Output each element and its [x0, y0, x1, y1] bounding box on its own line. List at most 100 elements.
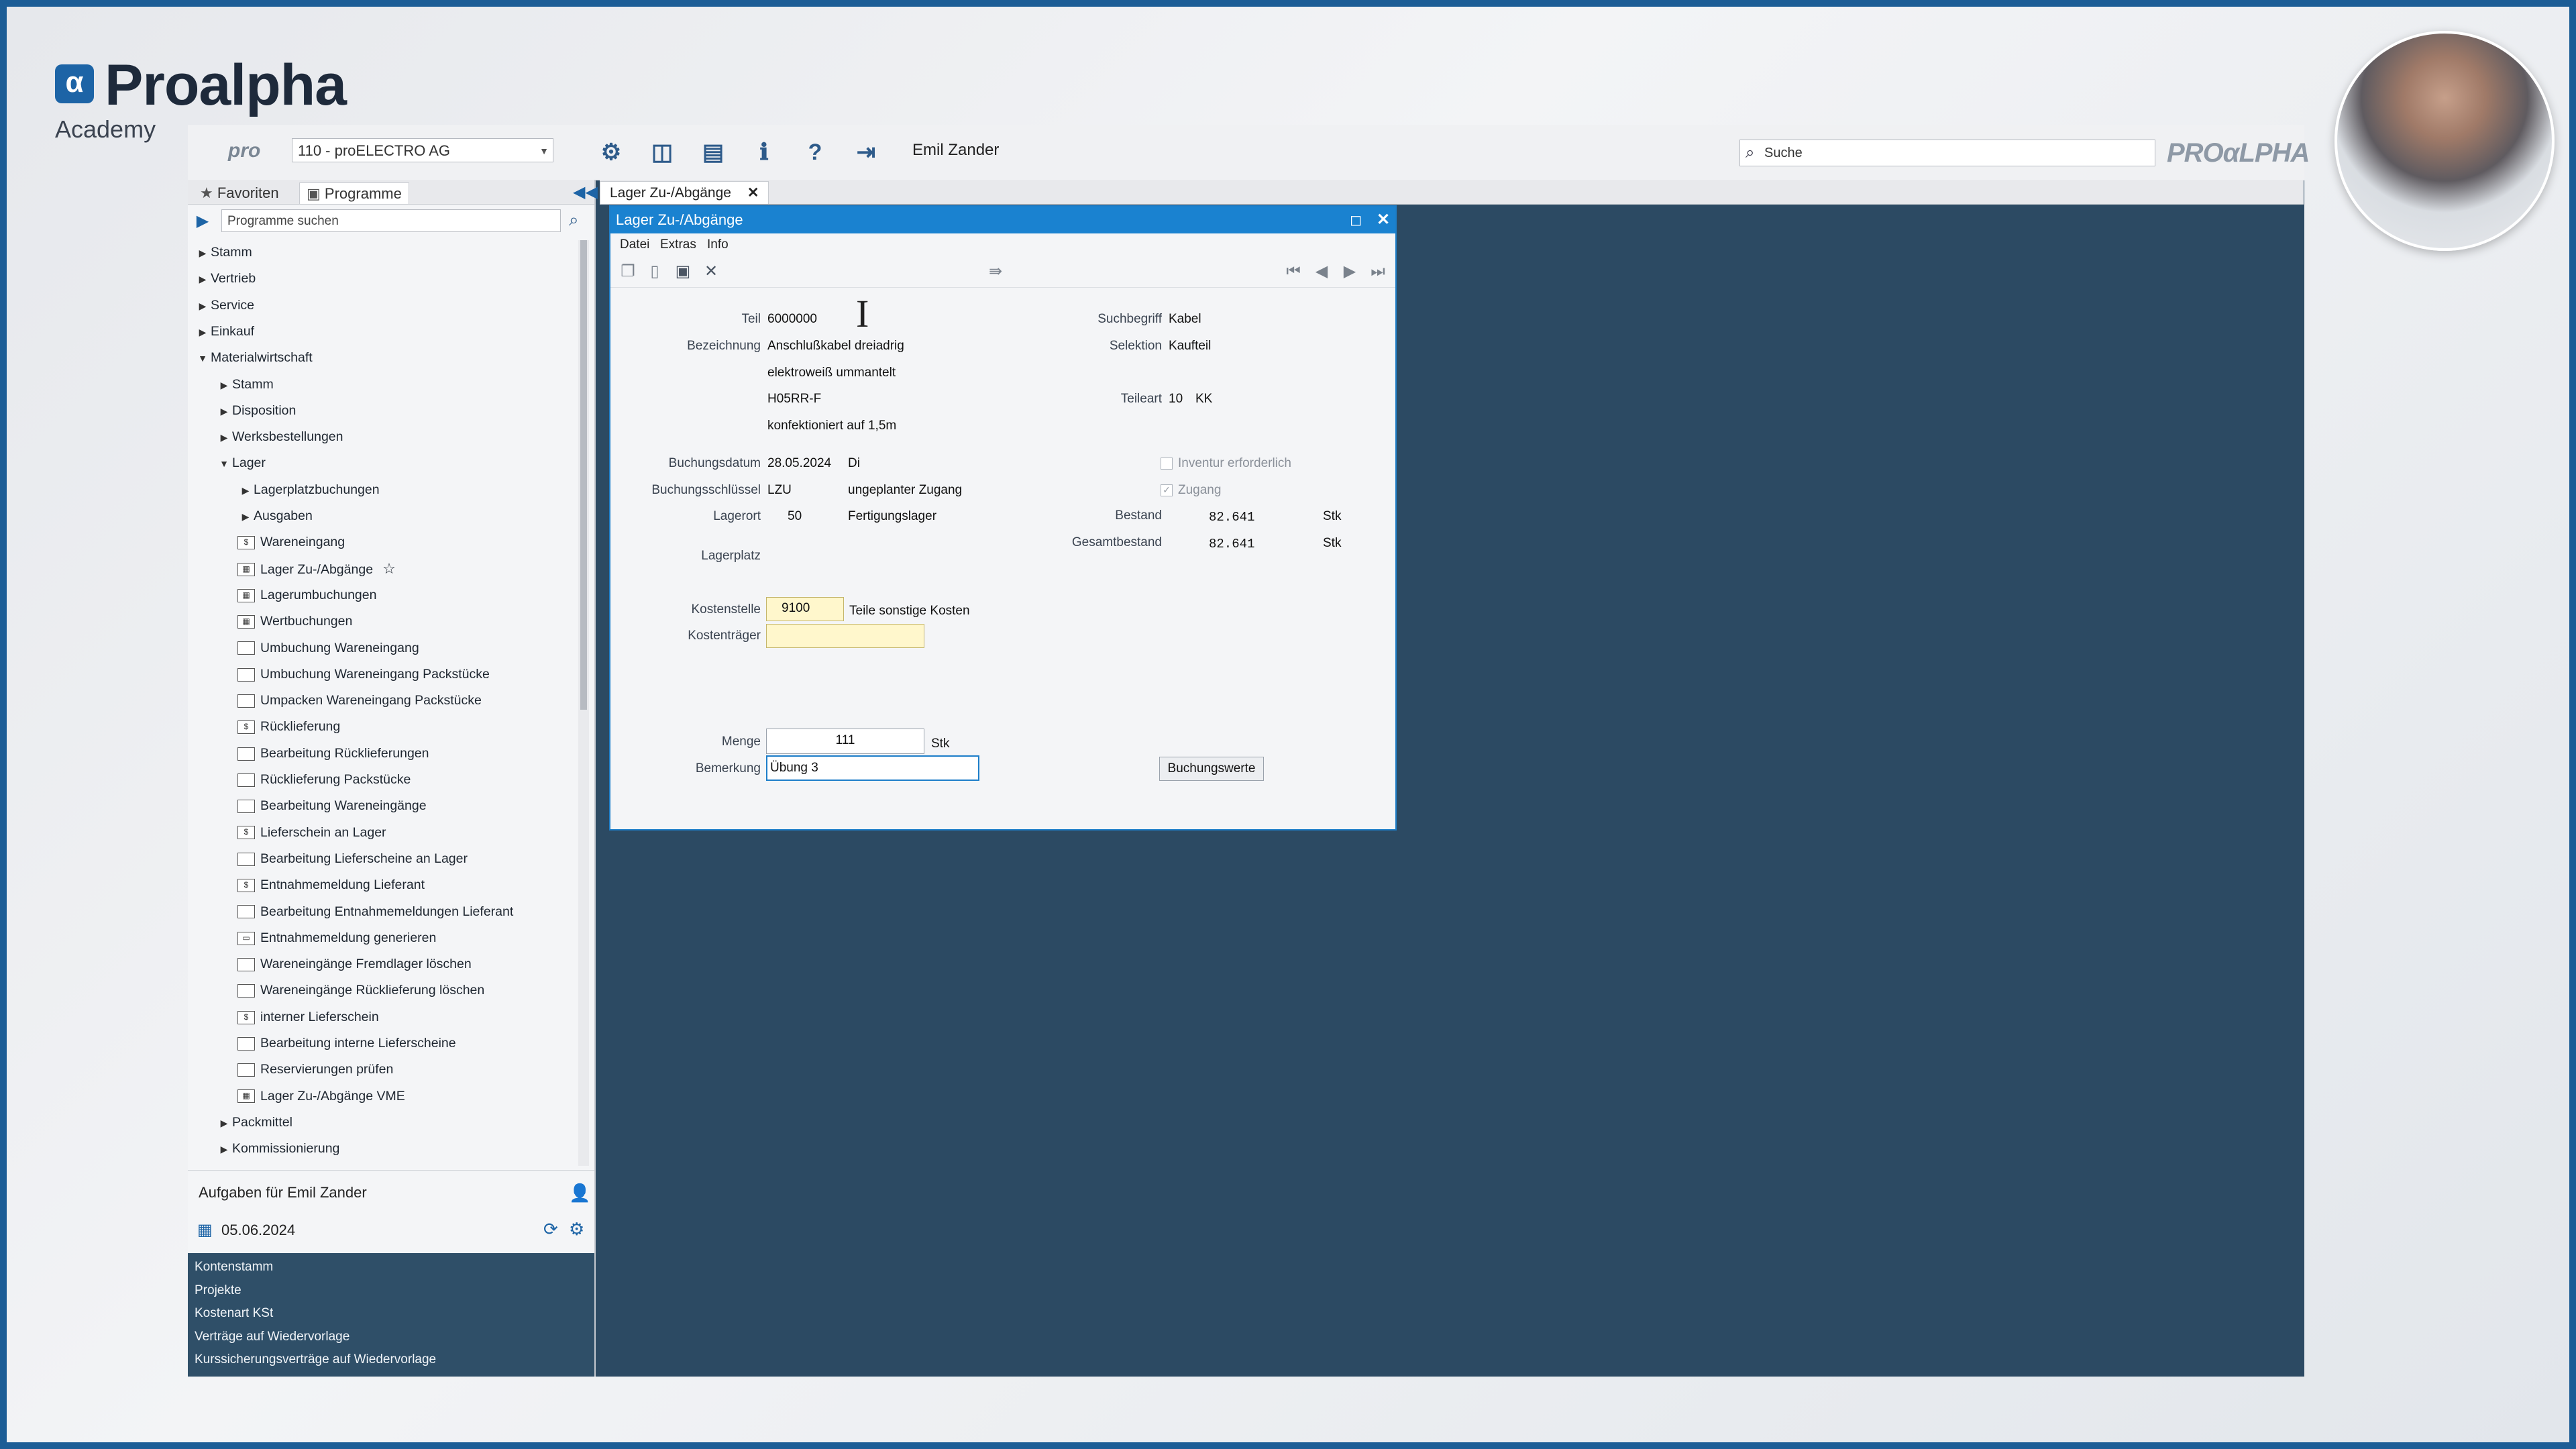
gear-icon[interactable]: ⚙: [597, 138, 625, 166]
tree-item-entnahmemeldung-generieren[interactable]: ▭ Entnahmemeldung generieren: [237, 926, 436, 950]
collapsed-arrow-icon[interactable]: ▶: [216, 425, 232, 449]
bemerkung-input[interactable]: Übung 3: [766, 755, 979, 781]
tree-item-umbuchung-wareneingang[interactable]: Umbuchung Wareneingang: [237, 636, 419, 660]
tree-item-service[interactable]: ▶ Service: [195, 293, 254, 317]
collapsed-arrow-icon[interactable]: ▶: [195, 320, 211, 344]
tree-item-entnahmemeldung-lieferant[interactable]: $ Entnahmemeldung Lieferant: [237, 873, 425, 897]
tree-item-bearbeitung-entnahmemeldungen-lieferant[interactable]: Bearbeitung Entnahmemeldungen Lieferant: [237, 900, 513, 924]
panel-layout-icon[interactable]: ◫: [648, 138, 676, 166]
task-item[interactable]: Kostenart KSt: [195, 1302, 273, 1325]
gear-icon[interactable]: ⚙: [569, 1219, 584, 1240]
task-item[interactable]: Verträge auf Wiedervorlage: [195, 1326, 350, 1348]
collapsed-arrow-icon[interactable]: ▶: [195, 267, 211, 291]
collapsed-arrow-icon[interactable]: ▶: [195, 294, 211, 318]
tab-programme[interactable]: ▣ Programme: [299, 182, 409, 204]
task-item[interactable]: Bürgschaften: [195, 1372, 270, 1377]
buchungswerte-button[interactable]: Buchungswerte: [1159, 757, 1264, 781]
scrollbar-thumb[interactable]: [580, 240, 587, 710]
tree-item-einkauf[interactable]: ▶ Einkauf: [195, 319, 254, 343]
tree-scrollbar[interactable]: [578, 240, 589, 1166]
buchungsdatum-value[interactable]: 28.05.2024: [767, 456, 831, 471]
close-icon[interactable]: ✕: [1377, 207, 1390, 233]
tree-item-lagerplatzbuchungen[interactable]: ▶ Lagerplatzbuchungen: [237, 478, 380, 502]
menge-input[interactable]: 111: [766, 729, 924, 754]
global-search-input[interactable]: ⌕ Suche: [1739, 140, 2155, 166]
first-record-icon[interactable]: ⏮: [1284, 263, 1303, 280]
close-icon[interactable]: ✕: [747, 185, 759, 201]
tree-item-bearbeitung-rucklieferungen[interactable]: Bearbeitung Rücklieferungen: [237, 741, 429, 765]
expanded-arrow-icon[interactable]: ▼: [195, 346, 211, 370]
company-select[interactable]: 110 - proELECTRO AG ▼: [292, 138, 553, 162]
tab-favoriten[interactable]: ★ Favoriten: [193, 182, 286, 204]
tree-item-wertbuchungen[interactable]: ▦ Wertbuchungen: [237, 609, 352, 633]
collapsed-arrow-icon[interactable]: ▶: [216, 1111, 232, 1135]
collapsed-arrow-icon[interactable]: ▶: [216, 1137, 232, 1159]
expanded-arrow-icon[interactable]: ▼: [216, 451, 232, 476]
tree-item-werksbestellungen[interactable]: ▶ Werksbestellungen: [216, 425, 343, 449]
help-icon[interactable]: ?: [801, 138, 829, 166]
tree-item-wareneingange-rucklieferung-loschen[interactable]: Wareneingänge Rücklieferung löschen: [237, 978, 484, 1002]
favorite-star-icon[interactable]: ☆: [378, 560, 396, 577]
kostenstelle-input[interactable]: 9100: [766, 597, 844, 621]
menu-datei[interactable]: Datei: [620, 237, 649, 252]
save-icon[interactable]: ▣: [674, 263, 692, 280]
tree-item-umbuchung-wareneingang-packstucke[interactable]: Umbuchung Wareneingang Packstücke: [237, 662, 490, 686]
forward-icon[interactable]: ⇛: [986, 263, 1005, 280]
collapsed-arrow-icon[interactable]: ▶: [237, 504, 254, 529]
tree-item-lagerumbuchungen[interactable]: ▦ Lagerumbuchungen: [237, 583, 376, 607]
play-icon[interactable]: ▶: [192, 211, 213, 232]
kostentraeger-input[interactable]: [766, 624, 924, 648]
refresh-icon[interactable]: ⟳: [543, 1219, 558, 1240]
calendar-icon[interactable]: ▦: [197, 1220, 213, 1240]
tree-item-stamm[interactable]: ▶ Stamm: [216, 372, 274, 396]
teil-value[interactable]: 6000000: [767, 312, 817, 327]
collapsed-arrow-icon[interactable]: ▶: [237, 478, 254, 502]
task-item[interactable]: Projekte: [195, 1279, 241, 1302]
collapsed-arrow-icon[interactable]: ▶: [195, 241, 211, 265]
tree-item-wareneingange-fremdlager-loschen[interactable]: Wareneingänge Fremdlager löschen: [237, 952, 472, 976]
tree-item-lieferschein-an-lager[interactable]: $ Lieferschein an Lager: [237, 820, 386, 845]
tree-item-lager-zu-abgange-vme[interactable]: ▦ Lager Zu-/Abgänge VME: [237, 1084, 405, 1108]
tab-lager-zu-abgaenge[interactable]: Lager Zu-/Abgänge ✕: [600, 181, 769, 204]
tree-item-umpacken-wareneingang-packstucke[interactable]: Umpacken Wareneingang Packstücke: [237, 688, 482, 712]
maximize-icon[interactable]: ◻: [1350, 207, 1362, 233]
buchungsschluessel-value[interactable]: LZU: [767, 483, 792, 498]
tree-item-kommissionierung[interactable]: ▶ Kommissionierung: [216, 1136, 340, 1159]
tree-item-interner-lieferschein[interactable]: $ interner Lieferschein: [237, 1005, 379, 1029]
collapsed-arrow-icon[interactable]: ▶: [216, 373, 232, 397]
menu-info[interactable]: Info: [707, 237, 729, 252]
tree-item-packmittel[interactable]: ▶ Packmittel: [216, 1110, 292, 1134]
info-icon[interactable]: ℹ: [750, 138, 778, 166]
tree-item-wareneingang[interactable]: $ Wareneingang: [237, 530, 345, 554]
program-search-input[interactable]: Programme suchen: [221, 209, 561, 232]
previous-record-icon[interactable]: ◀: [1312, 263, 1331, 280]
tree-item-bearbeitung-lieferscheine-an-lager[interactable]: Bearbeitung Lieferscheine an Lager: [237, 847, 468, 871]
grid-layout-icon[interactable]: ▤: [699, 138, 727, 166]
tree-item-reservierungen-prufen[interactable]: Reservierungen prüfen: [237, 1057, 393, 1081]
tree-item-lager[interactable]: ▼ Lager: [216, 451, 266, 475]
new-document-icon[interactable]: ▯: [645, 263, 664, 280]
menu-extras[interactable]: Extras: [660, 237, 696, 252]
tree-item-rucklieferung[interactable]: $ Rücklieferung: [237, 714, 340, 739]
tree-item-ausgaben[interactable]: ▶ Ausgaben: [237, 504, 313, 528]
tree-item-stamm[interactable]: ▶ Stamm: [195, 240, 252, 264]
task-item[interactable]: Kontenstamm: [195, 1256, 273, 1279]
search-icon[interactable]: ⌕: [569, 209, 579, 231]
next-record-icon[interactable]: ▶: [1340, 263, 1359, 280]
tree-item-vertrieb[interactable]: ▶ Vertrieb: [195, 266, 256, 290]
last-record-icon[interactable]: ⏭: [1368, 263, 1387, 280]
tree-item-materialwirtschaft[interactable]: ▼ Materialwirtschaft: [195, 345, 313, 370]
logout-icon[interactable]: ⇥: [852, 138, 880, 166]
zugang-checkbox[interactable]: ✓: [1161, 484, 1173, 496]
cancel-icon[interactable]: ✕: [702, 263, 720, 280]
tree-item-disposition[interactable]: ▶ Disposition: [216, 398, 297, 423]
tree-item-rucklieferung-packstucke[interactable]: Rücklieferung Packstücke: [237, 767, 411, 792]
copy-icon[interactable]: ❐: [619, 263, 637, 280]
lagerort-value[interactable]: 50: [788, 509, 802, 524]
user-icon[interactable]: 👤: [569, 1183, 590, 1203]
collapsed-arrow-icon[interactable]: ▶: [216, 399, 232, 423]
tree-item-bearbeitung-interne-lieferscheine[interactable]: Bearbeitung interne Lieferscheine: [237, 1031, 456, 1055]
task-item[interactable]: Kurssicherungsverträge auf Wiedervorlage: [195, 1348, 436, 1371]
tree-item-lager-zu-abgange[interactable]: ▦ Lager Zu-/Abgänge ☆: [237, 557, 396, 581]
inventur-checkbox[interactable]: [1161, 458, 1173, 470]
